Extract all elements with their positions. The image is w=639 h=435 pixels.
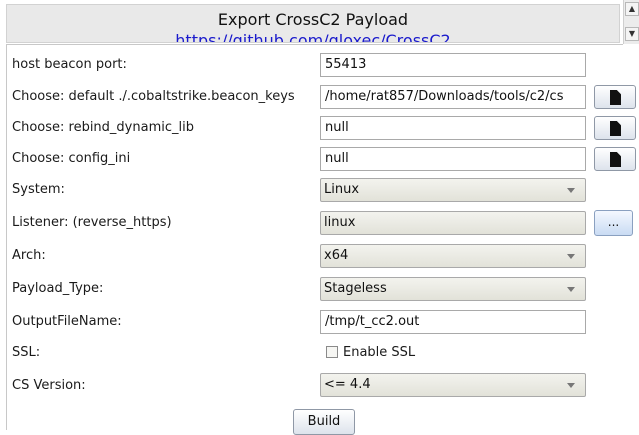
enable-ssl-checkbox[interactable]	[326, 346, 338, 358]
system-select[interactable]: Linux	[320, 178, 586, 202]
frame-border-top	[6, 44, 623, 45]
listener-choose-button[interactable]: ...	[594, 210, 633, 236]
payload-type-value: Stageless	[324, 281, 387, 296]
rebind-browse-button[interactable]	[594, 116, 636, 140]
port-input[interactable]: 55413	[320, 53, 586, 77]
rebind-input[interactable]: null	[320, 116, 586, 140]
beacon-keys-label: Choose: default ./.cobaltstrike.beacon_k…	[12, 89, 295, 104]
cs-version-value: <= 4.4	[324, 377, 371, 392]
payload-type-select[interactable]: Stageless	[320, 277, 586, 301]
chevron-down-icon	[567, 383, 575, 388]
system-value: Linux	[324, 182, 360, 197]
arch-label: Arch:	[12, 248, 46, 263]
cs-version-label: CS Version:	[12, 378, 86, 393]
project-link[interactable]: https://github.com/gloxec/CrossC2	[7, 31, 619, 42]
beacon-keys-input[interactable]: /home/rat857/Downloads/tools/c2/cs	[320, 85, 586, 109]
port-label: host beacon port:	[12, 57, 127, 72]
build-button[interactable]: Build	[293, 409, 355, 435]
chevron-down-icon	[567, 188, 575, 193]
output-input[interactable]: /tmp/t_cc2.out	[320, 310, 586, 334]
chevron-down-icon	[567, 287, 575, 292]
cs-version-select[interactable]: <= 4.4	[320, 373, 586, 397]
listener-label: Listener: (reverse_https)	[12, 215, 172, 230]
frame-border-left	[6, 44, 7, 430]
rebind-label: Choose: rebind_dynamic_lib	[12, 120, 194, 135]
chevron-down-icon	[567, 254, 575, 259]
enable-ssl-label[interactable]: Enable SSL	[343, 345, 415, 360]
file-icon	[610, 152, 621, 167]
config-input[interactable]: null	[320, 147, 586, 171]
banner-scrollbar[interactable]: ▲ ▼	[623, 0, 639, 44]
beacon-keys-browse-button[interactable]	[594, 85, 636, 109]
file-icon	[610, 121, 621, 136]
config-label: Choose: config_ini	[12, 151, 131, 166]
arch-value: x64	[324, 248, 349, 263]
triangle-up-icon[interactable]: ▲	[625, 2, 639, 16]
system-label: System:	[12, 182, 65, 197]
config-browse-button[interactable]	[594, 147, 636, 171]
output-label: OutputFileName:	[12, 314, 122, 329]
ssl-label: SSL:	[12, 345, 41, 360]
file-icon	[610, 90, 621, 105]
payload-type-label: Payload_Type:	[12, 281, 104, 296]
triangle-down-icon[interactable]: ▼	[625, 27, 639, 41]
dialog-banner: Export CrossC2 Payload https://github.co…	[6, 4, 620, 43]
listener-value: linux	[324, 215, 356, 230]
listener-display[interactable]: linux	[320, 211, 586, 235]
arch-select[interactable]: x64	[320, 244, 586, 268]
dialog-title: Export CrossC2 Payload	[217, 10, 409, 29]
